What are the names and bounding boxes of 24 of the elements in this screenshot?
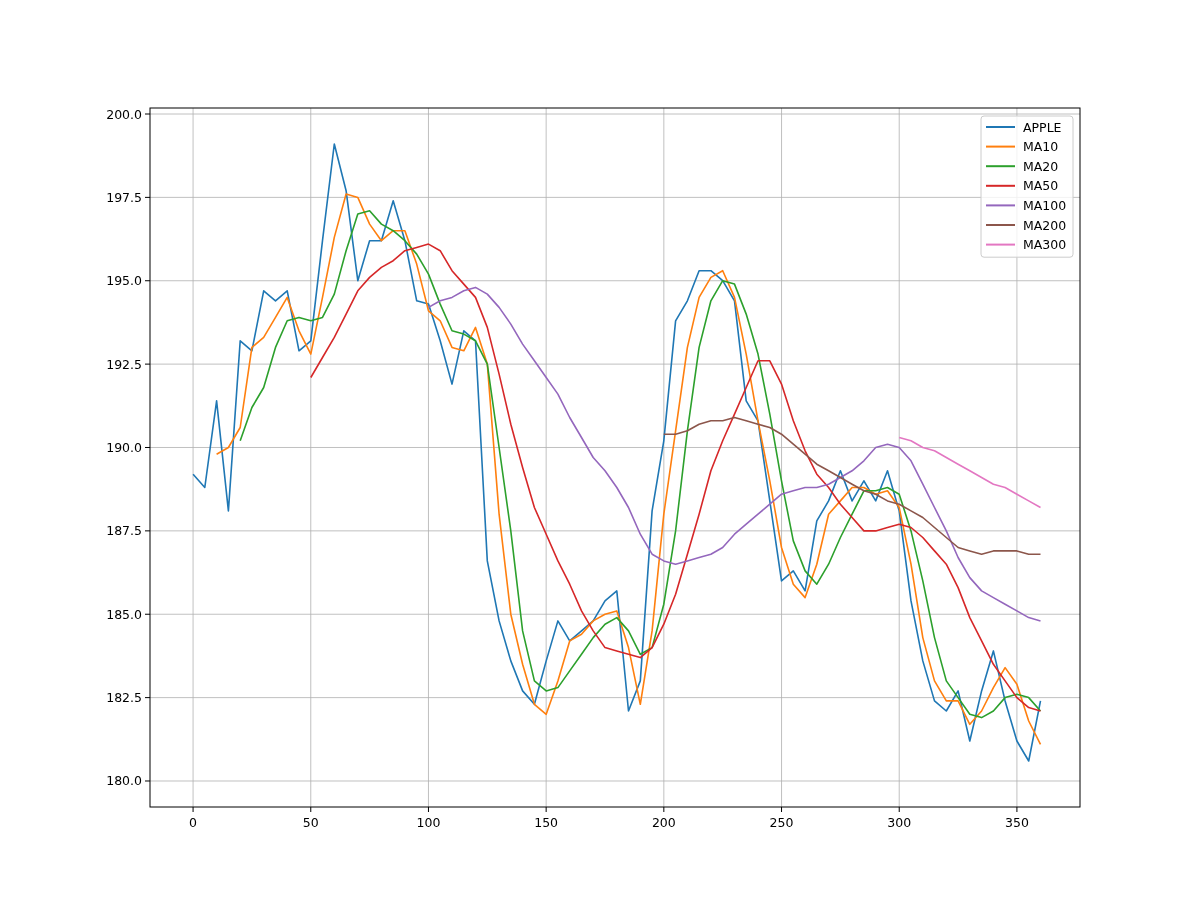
x-tick-label: 100 (416, 815, 441, 830)
y-tick-label: 190.0 (106, 440, 142, 455)
x-tick-label: 300 (887, 815, 912, 830)
x-tick-label: 200 (651, 815, 676, 830)
x-tick-label: 0 (189, 815, 198, 830)
y-tick-label: 200.0 (106, 106, 142, 122)
x-tick-label: 250 (769, 815, 794, 830)
legend-label: MA300 (1023, 237, 1067, 253)
x-tick-label: 50 (302, 815, 319, 830)
legend-label: MA50 (1023, 178, 1059, 194)
legend-label: MA100 (1023, 197, 1067, 213)
legend-label: MA200 (1023, 217, 1067, 233)
y-tick-label: 185.0 (106, 606, 142, 622)
y-tick-label: 180.0 (106, 773, 142, 789)
legend-label: APPLE (1023, 119, 1062, 135)
y-tick-label: 197.5 (106, 189, 142, 205)
y-tick-label: 182.5 (106, 690, 142, 706)
x-tick-label: 150 (534, 815, 559, 830)
legend-label: MA20 (1023, 158, 1059, 174)
y-tick-label: 187.5 (106, 523, 142, 539)
x-tick-label: 350 (1005, 815, 1029, 830)
y-tick-label: 195.0 (106, 273, 142, 289)
y-tick-label: 192.5 (106, 356, 142, 372)
legend-label: MA10 (1023, 139, 1059, 155)
